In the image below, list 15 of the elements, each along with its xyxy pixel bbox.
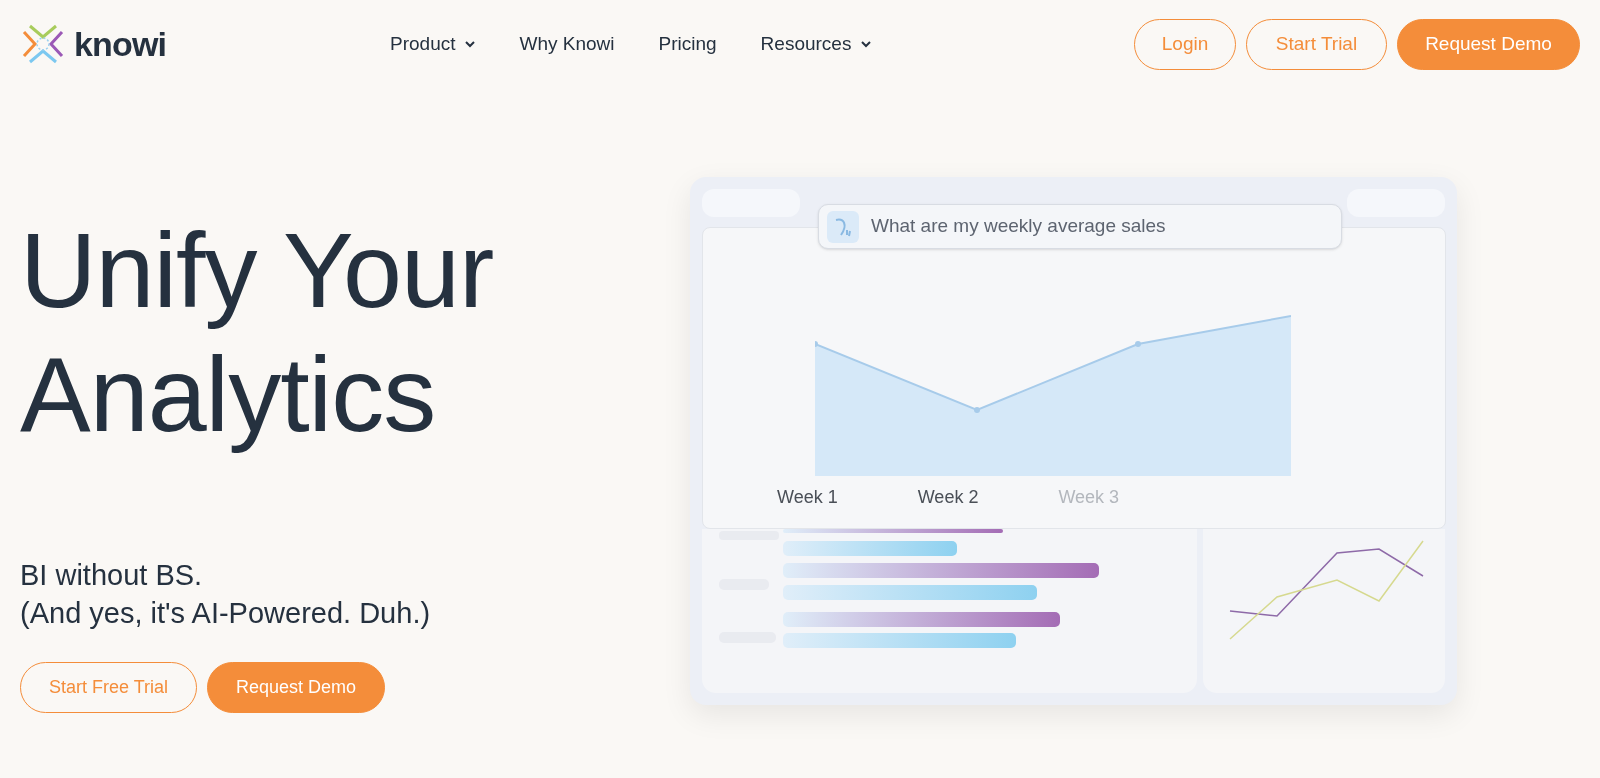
- axis-label: Week 3: [1058, 486, 1120, 509]
- query-field[interactable]: What are my weekly average sales: [818, 204, 1342, 249]
- logo-icon: [20, 22, 66, 66]
- assistant-icon: [827, 210, 859, 243]
- nav-link[interactable]: Why Knowi: [519, 29, 615, 59]
- axis-label: Week 1: [777, 486, 838, 509]
- subtitle: BI without BS. (And yes, it's AI-Powered. Duh.): [20, 558, 432, 631]
- headline: Unify Your Analytics: [20, 210, 495, 455]
- axis-label: Week 2: [917, 486, 979, 509]
- brand-name: knowi: [74, 27, 167, 61]
- nav-link[interactable]: Product: [390, 29, 476, 59]
- nav-link[interactable]: Resources: [760, 29, 872, 59]
- chevron-down-icon: [861, 40, 872, 48]
- nav-link[interactable]: Pricing: [658, 29, 717, 59]
- chevron-down-icon: [465, 40, 476, 48]
